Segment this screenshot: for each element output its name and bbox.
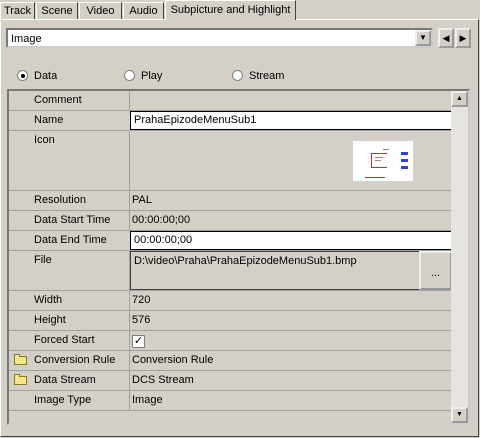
property-row-icon[interactable]: Icon xyxy=(9,131,452,191)
radio-play-indicator xyxy=(124,70,135,81)
radio-data-label: Data xyxy=(34,70,58,82)
property-value: Conversion Rule xyxy=(132,354,214,366)
column-divider xyxy=(129,391,130,410)
property-value: 720 xyxy=(132,294,151,306)
property-value: DCS Stream xyxy=(132,374,194,386)
property-row-data-start-time[interactable]: Data Start Time 00:00:00;00 xyxy=(9,211,452,231)
chevron-down-icon[interactable]: ▼ xyxy=(415,30,431,46)
object-type-value: Image xyxy=(11,33,42,45)
radio-play[interactable]: Play xyxy=(124,69,162,83)
vertical-scrollbar[interactable]: ▲ ▼ xyxy=(451,91,468,423)
radio-stream-label: Stream xyxy=(249,70,285,82)
next-button[interactable]: ▶ xyxy=(455,28,471,48)
property-row-resolution[interactable]: Resolution PAL xyxy=(9,191,452,211)
name-input[interactable]: PrahaEpizodeMenuSub1 xyxy=(130,111,452,130)
property-row-width[interactable]: Width 720 xyxy=(9,291,452,311)
radio-stream[interactable]: Stream xyxy=(232,69,284,83)
property-row-comment[interactable]: Comment xyxy=(9,91,452,111)
forced-start-checkbox[interactable]: ✓ xyxy=(132,335,145,348)
property-name: Conversion Rule xyxy=(34,354,116,366)
property-grid: Comment Name PrahaEpizodeMenuSub1 Icon R… xyxy=(7,89,470,425)
property-name: Resolution xyxy=(34,194,86,206)
folder-icon[interactable] xyxy=(14,374,27,385)
property-name: File xyxy=(34,254,52,266)
tab-subpicture-highlight[interactable]: Subpicture and Highlight xyxy=(165,0,296,20)
data-end-time-input[interactable]: 00:00:00;00 xyxy=(130,231,452,250)
property-row-forced-start[interactable]: Forced Start ✓ xyxy=(9,331,452,351)
folder-icon[interactable] xyxy=(14,354,27,365)
property-name: Forced Start xyxy=(34,334,95,346)
property-name: Width xyxy=(34,294,63,306)
tab-scene[interactable]: Scene xyxy=(36,2,78,19)
name-input-value: PrahaEpizodeMenuSub1 xyxy=(134,114,257,126)
property-name: Icon xyxy=(34,134,55,146)
property-name: Height xyxy=(34,314,66,326)
data-end-time-value: 00:00:00;00 xyxy=(134,234,193,246)
property-value: 576 xyxy=(132,314,151,326)
property-value: Image xyxy=(132,394,163,406)
property-value: 00:00:00;00 xyxy=(132,214,191,226)
object-type-select[interactable]: Image ▼ xyxy=(6,28,433,48)
property-name: Data Stream xyxy=(34,374,96,386)
column-divider xyxy=(129,371,130,390)
column-divider xyxy=(129,131,130,190)
property-name: Data End Time xyxy=(34,234,107,246)
column-divider xyxy=(129,331,130,350)
property-row-name[interactable]: Name PrahaEpizodeMenuSub1 xyxy=(9,111,452,131)
tab-audio[interactable]: Audio xyxy=(123,2,164,19)
property-row-conversion-rule[interactable]: Conversion Rule Conversion Rule xyxy=(9,351,452,371)
column-divider xyxy=(129,211,130,230)
tab-strip: Track Scene Video Audio Subpicture and H… xyxy=(0,0,480,20)
property-row-data-stream[interactable]: Data Stream DCS Stream xyxy=(9,371,452,391)
property-name: Image Type xyxy=(34,394,92,406)
property-row-file[interactable]: File D:\video\Praha\PrahaEpizodeMenuSub1… xyxy=(9,251,452,291)
radio-data-indicator xyxy=(17,70,28,81)
property-row-data-end-time[interactable]: Data End Time 00:00:00;00 xyxy=(9,231,452,251)
tab-video[interactable]: Video xyxy=(79,2,122,19)
tab-track[interactable]: Track xyxy=(0,2,35,19)
previous-button[interactable]: ◀ xyxy=(438,28,454,48)
property-row-height[interactable]: Height 576 xyxy=(9,311,452,331)
column-divider xyxy=(129,191,130,210)
column-divider xyxy=(129,91,130,110)
property-value: PAL xyxy=(132,194,152,206)
property-name: Data Start Time xyxy=(34,214,111,226)
column-divider xyxy=(129,311,130,330)
property-row-image-type[interactable]: Image Type Image xyxy=(9,391,452,411)
scroll-down-icon[interactable]: ▼ xyxy=(451,407,468,423)
radio-play-label: Play xyxy=(141,70,163,82)
property-name: Comment xyxy=(34,94,82,106)
column-divider xyxy=(129,291,130,310)
scroll-up-icon[interactable]: ▲ xyxy=(451,91,468,107)
column-divider xyxy=(129,351,130,370)
radio-data[interactable]: Data xyxy=(17,69,57,83)
file-path-field[interactable]: D:\video\Praha\PrahaEpizodeMenuSub1.bmp xyxy=(130,251,419,290)
browse-button[interactable]: ... xyxy=(419,251,452,290)
image-thumbnail xyxy=(353,141,413,181)
property-name: Name xyxy=(34,114,64,126)
radio-stream-indicator xyxy=(232,70,243,81)
file-path-value: D:\video\Praha\PrahaEpizodeMenuSub1.bmp xyxy=(134,255,357,267)
